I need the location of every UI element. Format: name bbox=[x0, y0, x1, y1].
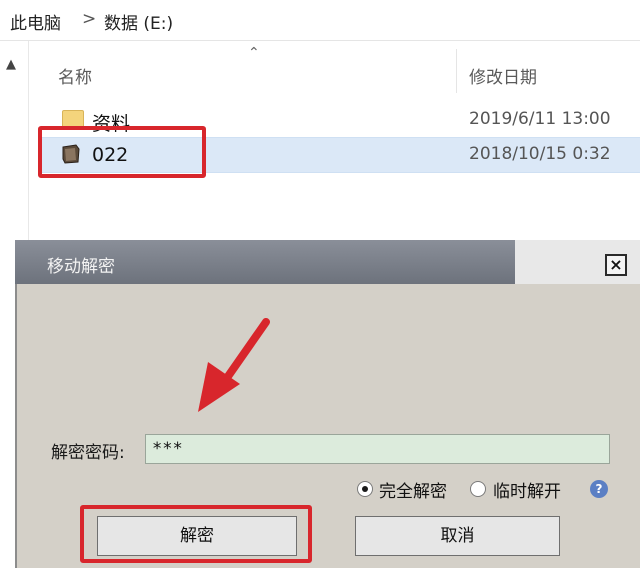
column-divider[interactable] bbox=[456, 49, 457, 93]
radio-temp-unlock[interactable] bbox=[470, 481, 486, 497]
breadcrumb-drive[interactable]: 数据 (E:) bbox=[104, 9, 173, 34]
scroll-up-icon[interactable]: ▲ bbox=[6, 57, 16, 72]
file-date: 2019/6/11 13:00 bbox=[469, 109, 611, 129]
radio-full-decrypt-label[interactable]: 完全解密 bbox=[379, 477, 447, 502]
cancel-button[interactable]: 取消 bbox=[355, 516, 560, 556]
breadcrumb-this-pc[interactable]: 此电脑 bbox=[10, 9, 61, 34]
nav-pane: ▲ bbox=[0, 41, 29, 261]
highlight-box-file bbox=[38, 126, 206, 178]
password-input[interactable]: *** bbox=[145, 434, 610, 464]
breadcrumb-separator-icon: > bbox=[82, 9, 97, 29]
help-icon[interactable]: ? bbox=[590, 480, 608, 498]
password-label: 解密密码: bbox=[51, 443, 125, 463]
radio-temp-unlock-label[interactable]: 临时解开 bbox=[493, 477, 561, 502]
file-date: 2018/10/15 0:32 bbox=[469, 144, 611, 164]
column-name[interactable]: 名称 bbox=[58, 63, 92, 88]
sort-caret-icon: ⌃ bbox=[248, 45, 260, 61]
dialog-titlebar[interactable]: 移动解密 × bbox=[15, 240, 640, 284]
dialog-title: 移动解密 bbox=[47, 257, 115, 277]
highlight-box-decrypt bbox=[80, 505, 312, 563]
column-date[interactable]: 修改日期 bbox=[469, 63, 537, 88]
column-header: ⌃ 名称 修改日期 bbox=[28, 41, 640, 93]
close-button[interactable]: × bbox=[605, 254, 627, 276]
address-bar[interactable]: 此电脑 > 数据 (E:) bbox=[0, 0, 640, 41]
radio-full-decrypt[interactable] bbox=[357, 481, 373, 497]
